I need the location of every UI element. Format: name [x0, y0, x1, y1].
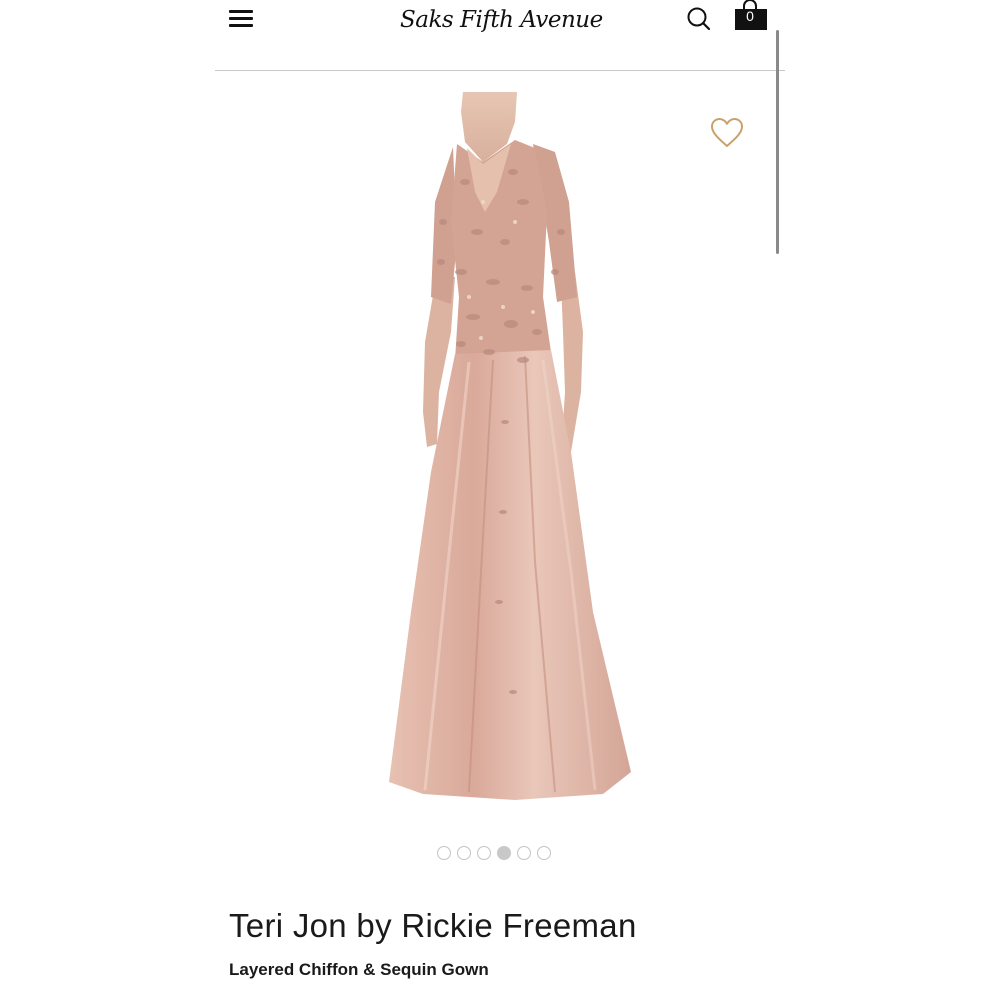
saks-logo[interactable]: Saks Fifth Avenue	[400, 2, 603, 38]
carousel-dot[interactable]	[457, 846, 471, 860]
mobile-screen: Saks Fifth Avenue 0 Teri Jon by Rickie F…	[215, 0, 785, 1000]
carousel-dot[interactable]	[477, 846, 491, 860]
heart-outline-icon	[711, 118, 743, 147]
image-carousel-dots	[437, 846, 567, 864]
carousel-dot[interactable]	[517, 846, 531, 860]
product-name: Layered Chiffon & Sequin Gown	[229, 960, 489, 979]
carousel-dot[interactable]	[437, 846, 451, 860]
scrollbar[interactable]	[776, 30, 779, 254]
menu-button[interactable]	[227, 6, 255, 32]
bag-count: 0	[746, 8, 754, 24]
search-icon	[687, 7, 711, 31]
site-header: Saks Fifth Avenue 0	[215, 0, 785, 71]
carousel-dot[interactable]	[537, 846, 551, 860]
menu-bar-bottom	[229, 24, 253, 27]
shopping-bag-button[interactable]: 0	[733, 0, 771, 32]
menu-bar-middle	[229, 17, 253, 20]
search-button[interactable]	[685, 5, 713, 33]
product-image[interactable]	[365, 92, 655, 804]
wishlist-button[interactable]	[709, 116, 745, 150]
product-brand[interactable]: Teri Jon by Rickie Freeman	[229, 907, 769, 945]
menu-bar-top	[229, 10, 253, 13]
carousel-dot-active[interactable]	[497, 846, 511, 860]
